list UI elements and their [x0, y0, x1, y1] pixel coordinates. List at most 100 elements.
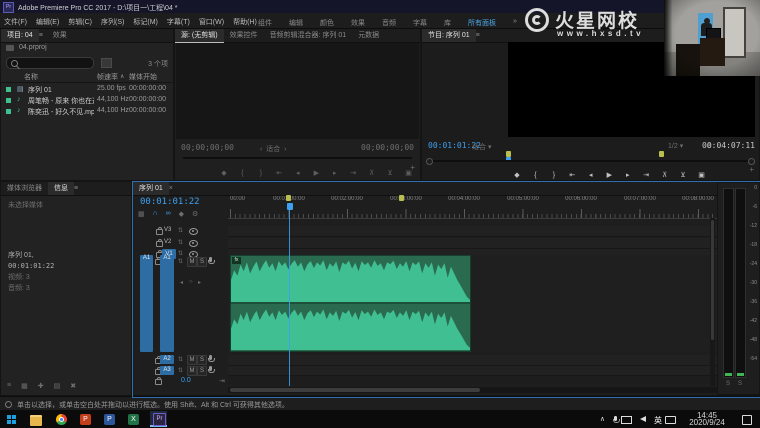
solo-button[interactable]: S — [197, 366, 207, 376]
panel-menu-icon[interactable]: ≡ — [74, 185, 78, 192]
video-track-v3-content[interactable] — [228, 226, 717, 237]
insert-icon[interactable]: ⊼ — [365, 169, 379, 177]
workspace-tab-titles[interactable]: 字幕 — [413, 18, 427, 28]
audio-track-a3-content[interactable] — [228, 366, 717, 376]
project-search-input[interactable] — [6, 57, 94, 69]
master-gain-value[interactable]: 0.0 — [181, 377, 191, 384]
mark-out-icon[interactable]: } — [254, 170, 268, 177]
source-patch-a1[interactable]: A1 — [140, 255, 153, 352]
audio-track-a2-content[interactable] — [228, 355, 717, 366]
keyframe-add-icon[interactable]: ○ — [189, 279, 193, 285]
track-lock-icon[interactable] — [156, 229, 163, 235]
mark-in-icon[interactable]: { — [528, 172, 542, 179]
timeline-horizontal-scrollbar[interactable] — [228, 387, 717, 393]
program-resolution-select[interactable]: 1/2 ▾ — [668, 142, 683, 150]
voiceover-record-icon[interactable] — [209, 257, 212, 262]
play-icon[interactable]: ▶ — [602, 171, 616, 179]
sync-lock-icon[interactable]: ⇅ — [178, 356, 183, 363]
tray-volume-icon[interactable] — [640, 416, 646, 422]
sort-up-icon[interactable]: ∧ — [120, 73, 124, 80]
audio-clip[interactable]: fx — [230, 255, 471, 352]
table-row[interactable]: ♪ 周笔畅 - 原来 你也在这里… 44,100 Hz 00:00:00:00 — [1, 95, 173, 106]
item-name[interactable]: 陈奕迅 - 好久不见.mp3 — [28, 107, 94, 117]
sync-lock-icon[interactable]: ⇅ — [178, 367, 183, 374]
icon-view-icon[interactable]: ▦ — [21, 382, 28, 390]
track-target-a2[interactable]: A2 — [160, 355, 174, 364]
sync-lock-icon[interactable]: ⇅ — [178, 250, 183, 257]
bin-view-icon[interactable] — [101, 58, 112, 68]
table-row[interactable]: ♪ 陈奕迅 - 好久不见.mp3 44,100 Hz 00:00:00:00 — [1, 106, 173, 117]
timeline-current-timecode[interactable]: 00:01:01:22 — [140, 197, 200, 207]
sync-lock-icon[interactable]: ⇅ — [178, 239, 183, 246]
new-bin-icon[interactable]: ▤ — [54, 382, 61, 390]
menu-edit[interactable]: 编辑(E) — [36, 17, 59, 27]
playhead-head[interactable] — [287, 203, 293, 210]
workspace-tab-all-panels[interactable]: 所有面板 — [468, 18, 496, 28]
new-item-icon[interactable]: ✚ — [38, 382, 44, 390]
excel-icon[interactable]: X — [128, 414, 139, 425]
tab-media-browser[interactable]: 媒体浏览器 — [1, 182, 48, 195]
voiceover-record-icon[interactable] — [209, 355, 212, 360]
lift-icon[interactable]: ⊼ — [658, 171, 672, 179]
overwrite-icon[interactable]: ⊻ — [383, 169, 397, 177]
delete-icon[interactable]: ✖ — [70, 382, 76, 390]
column-media-start[interactable]: 媒体开始 — [129, 72, 157, 82]
tab-effect-controls[interactable]: 效果控件 — [224, 29, 264, 42]
mute-button[interactable]: M — [187, 355, 197, 365]
workspace-tab-assembly[interactable]: 组件 — [258, 18, 272, 28]
start-button[interactable] — [7, 415, 16, 424]
sync-lock-icon[interactable]: ⇅ — [178, 227, 183, 234]
extract-icon[interactable]: ⊻ — [676, 171, 690, 179]
workspace-overflow-icon[interactable]: » — [513, 18, 517, 28]
panel-menu-icon[interactable]: ≡ — [476, 32, 480, 39]
menu-titles[interactable]: 字幕(T) — [167, 17, 190, 27]
tray-clock[interactable]: 14:45 2020/9/24 — [684, 412, 730, 426]
source-fit-select[interactable]: ‹ 适合 › — [260, 144, 286, 154]
source-zoom-scrollbar[interactable] — [183, 157, 412, 159]
tab-metadata[interactable]: 元数据 — [352, 29, 385, 42]
track-lock-icon[interactable] — [156, 241, 163, 247]
premiere-taskbar-icon[interactable]: Pr — [150, 411, 167, 427]
solo-button[interactable]: S — [197, 355, 207, 365]
tab-info[interactable]: 信息 — [48, 182, 74, 195]
add-marker-icon[interactable]: ◆ — [217, 169, 231, 177]
sync-lock-icon[interactable]: ⇅ — [178, 258, 183, 265]
tab-sequence-01[interactable]: 序列 01 — [133, 182, 169, 195]
track-output-eye-icon[interactable] — [189, 240, 198, 247]
menu-window[interactable]: 窗口(W) — [199, 17, 224, 27]
menu-markers[interactable]: 标记(M) — [133, 17, 158, 27]
button-editor-icon[interactable]: + — [410, 163, 415, 172]
meter-solo-right[interactable]: S — [738, 381, 742, 387]
tab-effects[interactable]: 效果 — [47, 29, 73, 42]
track-target-a3[interactable]: A3 — [160, 366, 174, 375]
menu-clip[interactable]: 剪辑(C) — [68, 17, 92, 27]
track-lock-icon[interactable] — [155, 379, 162, 385]
tab-program[interactable]: 节目: 序列 01 — [422, 29, 476, 42]
step-forward-icon[interactable]: ▸ — [328, 169, 342, 177]
timeline-vertical-scrollbar[interactable] — [710, 218, 715, 386]
nest-toggle-icon[interactable]: ▦ — [138, 210, 145, 218]
track-label-v2[interactable]: V2 — [164, 239, 171, 245]
item-name[interactable]: 周笔畅 - 原来 你也在这里… — [28, 96, 94, 106]
step-back-icon[interactable]: ◂ — [584, 171, 598, 179]
tab-project[interactable]: 项目: 04 — [1, 29, 39, 42]
item-name[interactable]: 序列 01 — [28, 85, 94, 95]
snap-icon[interactable]: ∩ — [153, 210, 158, 218]
go-to-out-icon[interactable]: ⇥ — [639, 171, 653, 179]
export-frame-icon[interactable]: ▣ — [695, 171, 709, 179]
video-track-v2-content[interactable] — [228, 238, 717, 249]
app-p-blue-icon[interactable]: P — [104, 414, 115, 425]
panel-menu-icon[interactable]: ≡ — [39, 32, 43, 39]
timeline-settings-icon[interactable]: ⚙ — [192, 210, 198, 218]
tab-source[interactable]: 源: (无剪辑) — [175, 29, 224, 43]
step-forward-icon[interactable]: ▸ — [621, 171, 635, 179]
fit-timeline-icon[interactable]: ⇥ — [219, 377, 225, 385]
solo-button[interactable]: S — [197, 257, 207, 267]
add-marker-icon[interactable]: ◆ — [179, 210, 184, 218]
label-color-chip[interactable] — [6, 109, 11, 114]
notification-center-icon[interactable] — [742, 415, 752, 425]
add-marker-icon[interactable]: ◆ — [510, 171, 524, 179]
play-icon[interactable]: ▶ — [309, 169, 323, 177]
workspace-tab-libraries[interactable]: 库 — [444, 18, 451, 28]
menu-file[interactable]: 文件(F) — [4, 17, 27, 27]
